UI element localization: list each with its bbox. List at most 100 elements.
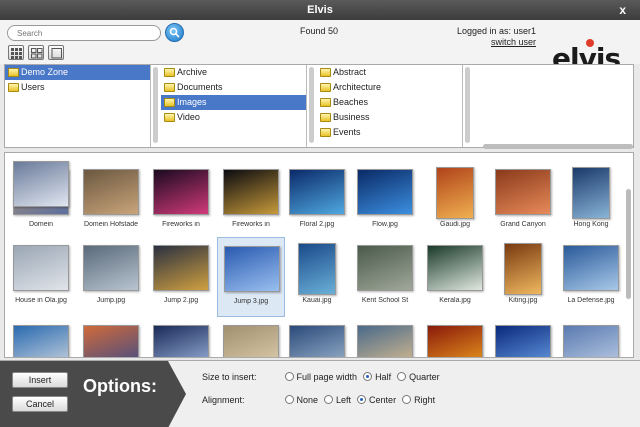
folder-scrollbar[interactable] — [153, 67, 158, 143]
thumbnail-item[interactable]: Fireworks in — [217, 161, 285, 241]
folder-scrollbar[interactable] — [465, 67, 470, 143]
thumbnail-item[interactable]: Kent School St — [351, 237, 419, 317]
view-large-button[interactable] — [48, 45, 64, 60]
folder-scrollbar[interactable] — [309, 67, 314, 143]
size-option[interactable]: Full page width — [284, 372, 358, 382]
thumbnail-item[interactable] — [557, 317, 625, 357]
folder-icon — [320, 113, 331, 122]
thumbnail-caption: Kauai.jpg — [302, 297, 332, 304]
thumbnail-item[interactable]: Hong Kong — [557, 161, 625, 241]
thumbnail-image — [357, 325, 413, 357]
thumbnail-item[interactable]: House in Ola.jpg — [7, 237, 75, 317]
thumbnail-item[interactable] — [7, 153, 75, 233]
thumbnail-caption: Jump 2.jpg — [163, 297, 199, 304]
folder-item[interactable]: Video — [161, 110, 306, 125]
folder-icon — [320, 68, 331, 77]
large-view-icon — [51, 48, 62, 59]
thumbnail-item[interactable]: Jump 3.jpg — [217, 237, 285, 317]
thumbnail-item[interactable]: Domein Hofstade — [77, 161, 145, 241]
thumbnail-image — [563, 325, 619, 357]
window-title: Elvis — [307, 4, 333, 16]
folder-item[interactable]: Beaches — [317, 95, 462, 110]
folder-label: Users — [21, 82, 45, 92]
thumbnail-caption: Fireworks in — [232, 221, 270, 228]
thumbnail-item[interactable] — [421, 317, 489, 357]
size-option[interactable]: Quarter — [397, 372, 440, 382]
folder-icon — [164, 98, 175, 107]
thumbnail-caption: Kent School St — [361, 297, 409, 304]
folder-label: Abstract — [333, 67, 367, 77]
alignment-option[interactable]: Center — [357, 395, 396, 405]
thumbnail-image — [427, 325, 483, 357]
folder-item[interactable]: Abstract — [317, 65, 462, 80]
thumbnail-image — [289, 325, 345, 357]
thumbnail-item[interactable] — [351, 317, 419, 357]
radio-button-icon[interactable] — [284, 372, 294, 381]
size-label: Size to insert: — [202, 372, 257, 382]
size-option-label: Full page width — [296, 372, 358, 382]
folder-item[interactable]: Archive — [161, 65, 306, 80]
thumbnail-image — [83, 325, 139, 357]
view-medium-grid-button[interactable] — [28, 45, 44, 60]
radio-button-icon[interactable] — [357, 395, 367, 404]
alignment-option[interactable]: Right — [402, 395, 435, 405]
thumbnail-image — [153, 169, 209, 215]
folder-item[interactable]: Demo Zone — [5, 65, 150, 80]
thumbnail-item[interactable]: La Defense.jpg — [557, 237, 625, 317]
radio-button-icon[interactable] — [397, 372, 407, 381]
thumbnail-item[interactable]: Floral 2.jpg — [283, 161, 351, 241]
thumbnail-item[interactable] — [7, 317, 75, 357]
thumbnail-item[interactable] — [147, 317, 215, 357]
thumbnail-image — [153, 245, 209, 291]
small-grid-icon — [11, 48, 22, 59]
thumbnail-image — [83, 169, 139, 215]
radio-button-icon[interactable] — [402, 395, 412, 404]
close-icon[interactable]: x — [619, 0, 626, 20]
thumbnail-item[interactable]: Fireworks in — [147, 161, 215, 241]
thumbnail-item[interactable]: Kerala.jpg — [421, 237, 489, 317]
thumbnail-image — [13, 325, 69, 357]
folder-item[interactable]: Architecture — [317, 80, 462, 95]
size-options-row: Size to insert: Full page width Half Quart… — [202, 372, 446, 382]
thumbnail-item[interactable]: Kiting.jpg — [489, 237, 557, 317]
thumbnail-scrollbar[interactable] — [626, 189, 631, 299]
folder-item[interactable]: Business — [317, 110, 462, 125]
thumbnail-item[interactable] — [489, 317, 557, 357]
thumbnail-item[interactable] — [217, 317, 285, 357]
switch-user-link[interactable]: switch user — [491, 37, 536, 47]
folder-item[interactable]: Documents — [161, 80, 306, 95]
thumbnail-item[interactable]: Jump.jpg — [77, 237, 145, 317]
cancel-button[interactable]: Cancel — [12, 396, 68, 412]
options-heading: Options: — [83, 376, 157, 396]
thumbnail-caption: Jump.jpg — [96, 297, 126, 304]
thumbnail-item[interactable]: Flow.jpg — [351, 161, 419, 241]
size-option[interactable]: Half — [363, 372, 391, 382]
thumbnail-image — [298, 243, 336, 295]
medium-grid-icon — [31, 48, 43, 59]
thumbnail-item[interactable] — [77, 317, 145, 357]
folder-item[interactable]: Events — [317, 125, 462, 140]
folder-item[interactable]: Images — [161, 95, 306, 110]
thumbnail-caption: Grand Canyon — [500, 221, 546, 228]
thumbnail-image — [357, 245, 413, 291]
thumbnail-item[interactable]: Gaudi.jpg — [421, 161, 489, 241]
thumbnail-caption: Domein Hofstade — [83, 221, 139, 228]
search-button[interactable] — [165, 23, 184, 42]
folder-horizontal-scrollbar[interactable] — [483, 144, 633, 149]
thumbnail-item[interactable]: Grand Canyon — [489, 161, 557, 241]
radio-button-icon[interactable] — [363, 372, 373, 381]
search-input[interactable] — [7, 25, 161, 41]
thumbnail-item[interactable]: Jump 2.jpg — [147, 237, 215, 317]
insert-button[interactable]: Insert — [12, 372, 68, 388]
thumbnail-item[interactable]: Kauai.jpg — [283, 237, 351, 317]
folder-item[interactable]: Users — [5, 80, 150, 95]
view-small-grid-button[interactable] — [8, 45, 24, 60]
folder-icon — [320, 128, 331, 137]
thumbnail-image — [495, 169, 551, 215]
radio-button-icon[interactable] — [324, 395, 334, 404]
alignment-option-label: None — [296, 395, 319, 405]
alignment-option[interactable]: Left — [324, 395, 351, 405]
thumbnail-item[interactable] — [283, 317, 351, 357]
radio-button-icon[interactable] — [284, 395, 294, 404]
alignment-option[interactable]: None — [284, 395, 319, 405]
